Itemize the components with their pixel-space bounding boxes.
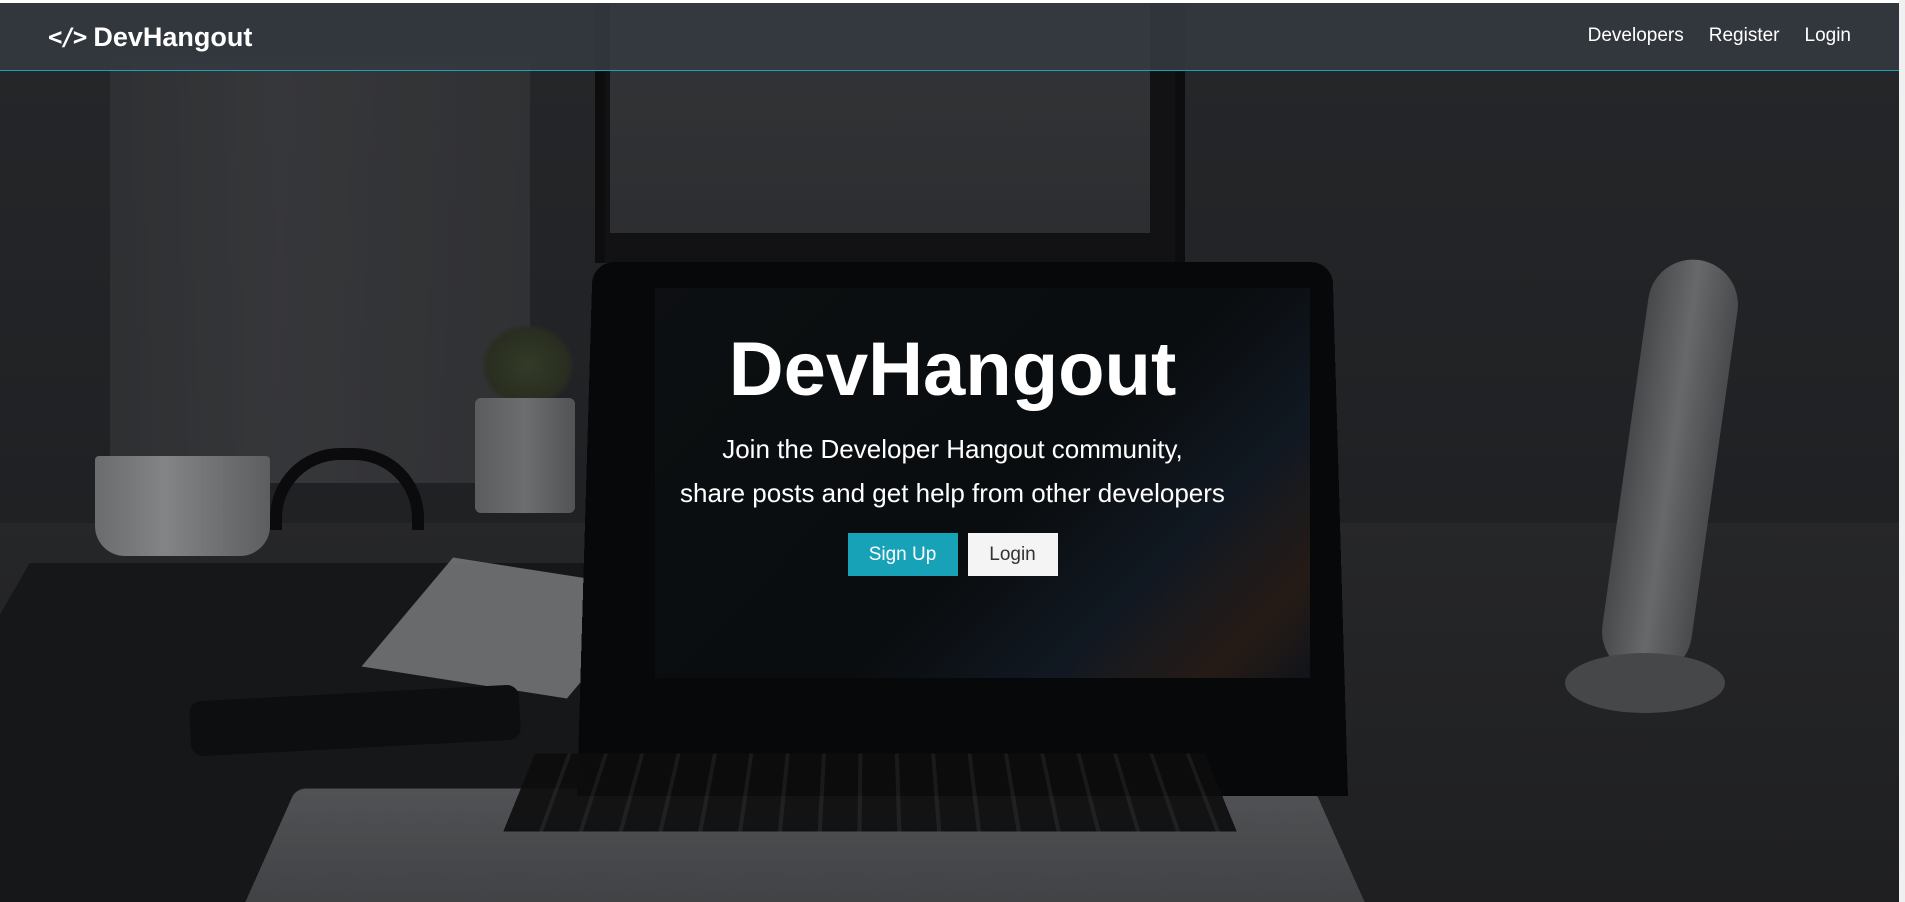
page-scrollbar[interactable] bbox=[1899, 0, 1905, 902]
nav-links: Developers Register Login bbox=[1563, 25, 1851, 47]
login-button[interactable]: Login bbox=[967, 533, 1058, 576]
signup-button[interactable]: Sign Up bbox=[847, 533, 958, 576]
landing-title: DevHangout bbox=[728, 327, 1177, 412]
brand-text: DevHangout bbox=[93, 21, 253, 52]
page-viewport: </> DevHangout Developers Register Login… bbox=[0, 0, 1905, 902]
landing-buttons: Sign Up Login bbox=[0, 533, 1905, 576]
landing-section: DevHangout Join the Developer Hangout co… bbox=[0, 325, 1905, 576]
brand-link[interactable]: </> DevHangout bbox=[48, 20, 252, 54]
nav-link-developers[interactable]: Developers bbox=[1588, 25, 1684, 47]
nav-link-register[interactable]: Register bbox=[1709, 25, 1780, 47]
code-icon: </> bbox=[48, 23, 87, 51]
top-navbar: </> DevHangout Developers Register Login bbox=[0, 3, 1905, 71]
nav-link-login[interactable]: Login bbox=[1805, 25, 1852, 47]
landing-lead: Join the Developer Hangout community, sh… bbox=[0, 427, 1905, 515]
landing-lead-line2: share posts and get help from other deve… bbox=[680, 478, 1225, 508]
landing-lead-line1: Join the Developer Hangout community, bbox=[722, 434, 1183, 464]
